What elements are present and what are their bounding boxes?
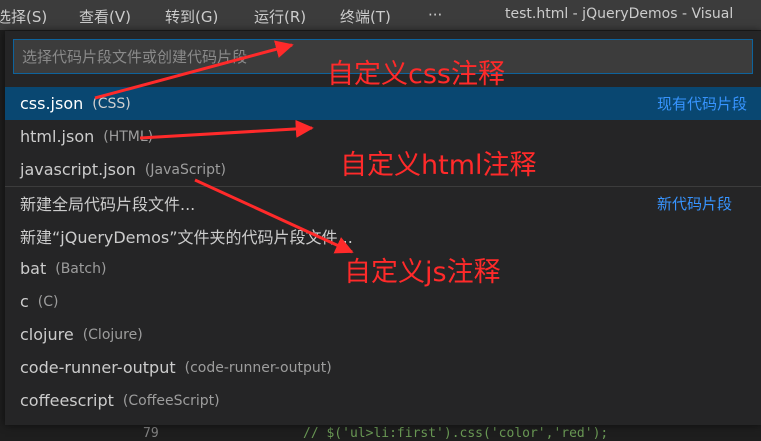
item-description: (Batch) [55, 260, 107, 277]
item-description: (HTML) [103, 128, 154, 145]
snippet-search-input[interactable] [13, 39, 753, 74]
quick-pick-panel: css.json (CSS) 现有代码片段 html.json (HTML) j… [5, 31, 761, 425]
item-description: (CoffeeScript) [122, 392, 220, 409]
quick-pick-list: css.json (CSS) 现有代码片段 html.json (HTML) j… [5, 87, 761, 417]
item-label: 新建“jQueryDemos”文件夹的代码片段文件... [20, 227, 353, 247]
item-label: 新建全局代码片段文件... [20, 195, 196, 214]
menu-run[interactable]: 运行(R) [254, 6, 306, 27]
title-bar: 选择(S) 查看(V) 转到(G) 运行(R) 终端(T) ··· test.h… [0, 0, 761, 30]
list-item-javascript-json[interactable]: javascript.json (JavaScript) [5, 153, 761, 186]
list-item-c[interactable]: c (C) [5, 285, 761, 318]
item-label: coffeescript [20, 391, 114, 410]
item-label: c [20, 292, 29, 311]
list-item-css-json[interactable]: css.json (CSS) 现有代码片段 [5, 87, 761, 120]
menu-terminal[interactable]: 终端(T) [340, 6, 391, 27]
list-item-new-folder-snippet[interactable]: 新建“jQueryDemos”文件夹的代码片段文件... [5, 219, 761, 252]
item-label: html.json [20, 127, 95, 146]
more-menu-icon[interactable]: ··· [428, 6, 442, 24]
item-label: code-runner-output [20, 358, 176, 377]
item-description: (Clojure) [82, 326, 143, 343]
list-item-clojure[interactable]: clojure (Clojure) [5, 318, 761, 351]
window-title: test.html - jQueryDemos - Visual [505, 6, 734, 22]
menu-go[interactable]: 转到(G) [165, 6, 218, 27]
item-label: css.json [20, 94, 84, 113]
item-description: (CSS) [92, 95, 131, 112]
list-item-new-global-snippet[interactable]: 新建全局代码片段文件... 新代码片段 [5, 186, 761, 219]
list-item-code-runner-output[interactable]: code-runner-output (code-runner-output) [5, 351, 761, 384]
item-label: clojure [20, 325, 74, 344]
group-label-existing: 现有代码片段 [657, 95, 748, 113]
list-item-bat[interactable]: bat (Batch) [5, 252, 761, 285]
group-label-new: 新代码片段 [657, 194, 733, 213]
list-item-coffeescript[interactable]: coffeescript (CoffeeScript) [5, 384, 761, 417]
item-label: bat [20, 259, 47, 278]
item-description: (C) [37, 293, 59, 310]
item-description: (JavaScript) [144, 161, 227, 178]
item-label: javascript.json [20, 160, 136, 179]
menu-selection[interactable]: 选择(S) [0, 6, 47, 27]
menu-view[interactable]: 查看(V) [79, 6, 131, 27]
list-item-html-json[interactable]: html.json (HTML) [5, 120, 761, 153]
item-description: (code-runner-output) [184, 359, 332, 376]
